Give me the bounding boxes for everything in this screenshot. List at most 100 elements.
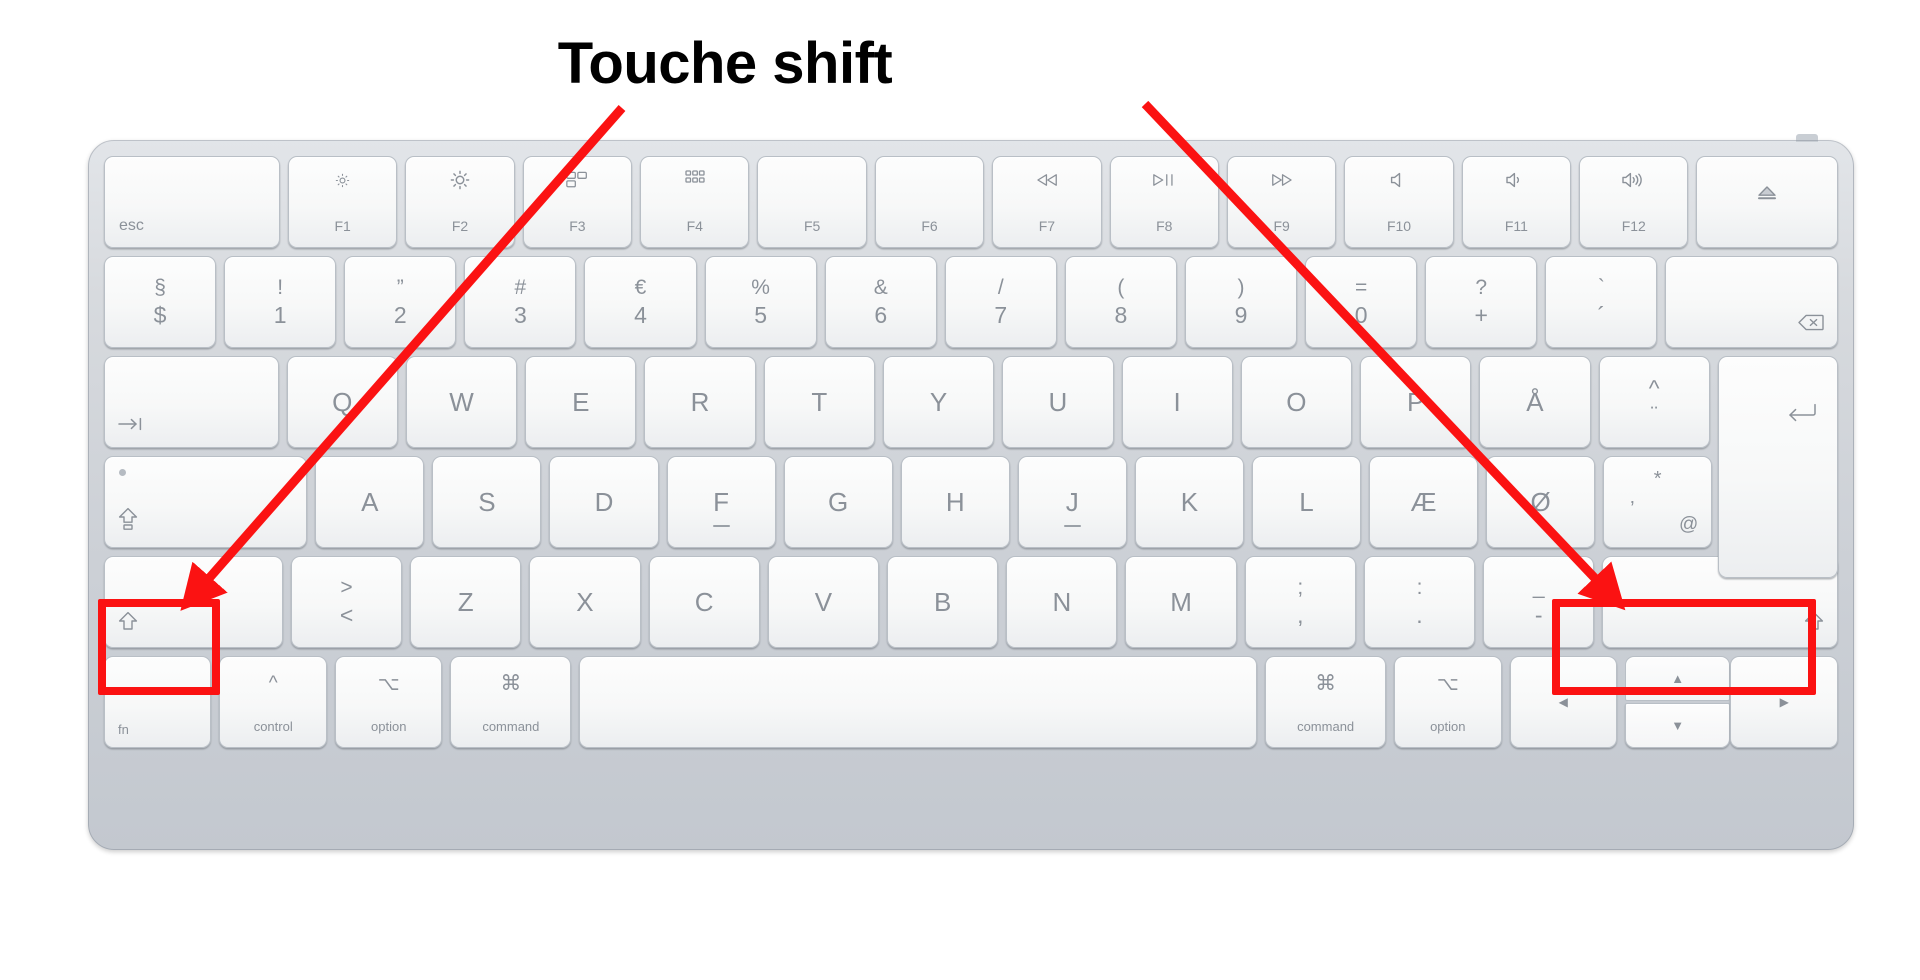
key-3[interactable]: # 3 xyxy=(464,256,577,348)
key-c[interactable]: C xyxy=(648,556,760,648)
key-f1[interactable]: F1 xyxy=(287,156,398,248)
key-eject[interactable] xyxy=(1696,156,1839,248)
key-c-label: C xyxy=(694,586,714,617)
key-command-right[interactable]: ⌘ command xyxy=(1265,656,1387,748)
key-h-label: H xyxy=(945,486,965,517)
key-j[interactable]: J xyxy=(1017,456,1127,548)
key-f12[interactable]: F12 xyxy=(1579,156,1689,248)
key-z[interactable]: Z xyxy=(410,556,522,648)
key-section-dollar[interactable]: § $ xyxy=(104,256,217,348)
key-i[interactable]: I xyxy=(1121,356,1233,448)
key-acute-top: ` xyxy=(1597,276,1605,299)
key-7-top: / xyxy=(997,276,1004,299)
key-arrow-right[interactable]: ▶ xyxy=(1730,656,1838,748)
key-g-label: G xyxy=(828,486,849,517)
key-f11[interactable]: F11 xyxy=(1461,156,1572,248)
key-f7[interactable]: F7 xyxy=(992,156,1102,248)
key-fn[interactable]: fn xyxy=(104,656,212,748)
key-f8[interactable]: F8 xyxy=(1109,156,1219,248)
key-k-label: K xyxy=(1180,486,1199,517)
key-f[interactable]: F xyxy=(666,456,776,548)
key-tab[interactable] xyxy=(104,356,279,448)
key-caps-lock[interactable] xyxy=(104,456,308,548)
key-r[interactable]: R xyxy=(644,356,756,448)
key-hyphen[interactable]: _ - xyxy=(1483,556,1595,648)
key-k[interactable]: K xyxy=(1134,456,1244,548)
key-ae[interactable]: Æ xyxy=(1369,456,1479,548)
key-oslash[interactable]: Ø xyxy=(1486,456,1596,548)
key-space[interactable] xyxy=(579,656,1258,748)
key-left-shift[interactable] xyxy=(104,556,283,648)
key-4-top: € xyxy=(634,276,647,299)
key-command-left[interactable]: ⌘ command xyxy=(450,656,572,748)
key-comma[interactable]: ; , xyxy=(1244,556,1356,648)
key-l[interactable]: L xyxy=(1251,456,1361,548)
key-u[interactable]: U xyxy=(1002,356,1114,448)
eject-icon xyxy=(1756,185,1778,209)
key-f3-label: F3 xyxy=(569,218,586,234)
key-b[interactable]: B xyxy=(887,556,999,648)
key-8[interactable]: ( 8 xyxy=(1064,256,1177,348)
key-plus[interactable]: ? + xyxy=(1425,256,1538,348)
key-1[interactable]: ! 1 xyxy=(224,256,337,348)
key-control[interactable]: ^ control xyxy=(219,656,327,748)
key-h[interactable]: H xyxy=(900,456,1010,548)
key-command-right-label: command xyxy=(1297,719,1355,734)
key-9[interactable]: ) 9 xyxy=(1184,256,1298,348)
key-x[interactable]: X xyxy=(529,556,641,648)
key-enter[interactable] xyxy=(1717,356,1839,578)
key-5[interactable]: % 5 xyxy=(704,256,817,348)
key-option-left[interactable]: ⌥ option xyxy=(334,656,443,748)
key-0[interactable]: = 0 xyxy=(1305,256,1418,348)
key-a-label: A xyxy=(361,486,379,517)
caps-lock-indicator xyxy=(119,469,126,476)
key-6-bottom: 6 xyxy=(874,301,888,328)
key-a[interactable]: A xyxy=(315,456,425,548)
key-f10[interactable]: F10 xyxy=(1344,156,1454,248)
key-v[interactable]: V xyxy=(767,556,880,648)
key-arrow-left[interactable]: ◀ xyxy=(1509,656,1617,748)
key-aring[interactable]: Å xyxy=(1479,356,1591,448)
key-y[interactable]: Y xyxy=(882,356,995,448)
function-row: esc F1 F2 F3 F4 F5 F6 F7 F8 F9 F10 F11 F… xyxy=(104,156,1839,248)
key-f6[interactable]: F6 xyxy=(874,156,985,248)
key-m[interactable]: M xyxy=(1125,556,1237,648)
key-9-bottom: 9 xyxy=(1234,301,1248,328)
key-f2[interactable]: F2 xyxy=(405,156,515,248)
key-f5[interactable]: F5 xyxy=(757,156,867,248)
key-2[interactable]: ” 2 xyxy=(344,256,457,348)
key-w[interactable]: W xyxy=(405,356,518,448)
key-delete[interactable] xyxy=(1665,256,1839,348)
key-7[interactable]: / 7 xyxy=(944,256,1057,348)
key-diaeresis[interactable]: ^ ¨ xyxy=(1598,356,1710,448)
key-period[interactable]: : . xyxy=(1363,556,1476,648)
key-acute[interactable]: ` ´ xyxy=(1545,256,1658,348)
key-apostrophe-mid: ’ xyxy=(1630,498,1635,520)
key-4[interactable]: € 4 xyxy=(584,256,697,348)
key-p[interactable]: P xyxy=(1360,356,1472,448)
key-d[interactable]: D xyxy=(549,456,659,548)
key-option-right[interactable]: ⌥ option xyxy=(1394,656,1502,748)
key-angle[interactable]: > < xyxy=(290,556,403,648)
key-6[interactable]: & 6 xyxy=(824,256,937,348)
key-arrow-down[interactable]: ▼ xyxy=(1625,703,1731,748)
key-f4[interactable]: F4 xyxy=(640,156,750,248)
key-apostrophe[interactable]: * ’ @ xyxy=(1603,456,1713,548)
key-o[interactable]: O xyxy=(1240,356,1353,448)
key-angle-bottom: < xyxy=(339,601,354,628)
key-q[interactable]: Q xyxy=(286,356,398,448)
home-row: A S D F G H J K L Æ Ø * ’ @ xyxy=(104,456,1838,548)
key-g[interactable]: G xyxy=(783,456,893,548)
key-t[interactable]: T xyxy=(763,356,875,448)
key-f3[interactable]: F3 xyxy=(522,156,633,248)
key-s[interactable]: S xyxy=(432,456,542,548)
key-f9[interactable]: F9 xyxy=(1226,156,1337,248)
delete-backward-icon xyxy=(1798,314,1824,336)
key-e[interactable]: E xyxy=(525,356,637,448)
key-angle-top: > xyxy=(340,576,353,599)
key-esc[interactable]: esc xyxy=(104,156,280,248)
key-n[interactable]: N xyxy=(1006,556,1118,648)
key-arrow-up[interactable]: ▲ xyxy=(1625,656,1731,701)
home-position-bar xyxy=(1063,525,1081,527)
key-7-bottom: 7 xyxy=(994,301,1008,328)
